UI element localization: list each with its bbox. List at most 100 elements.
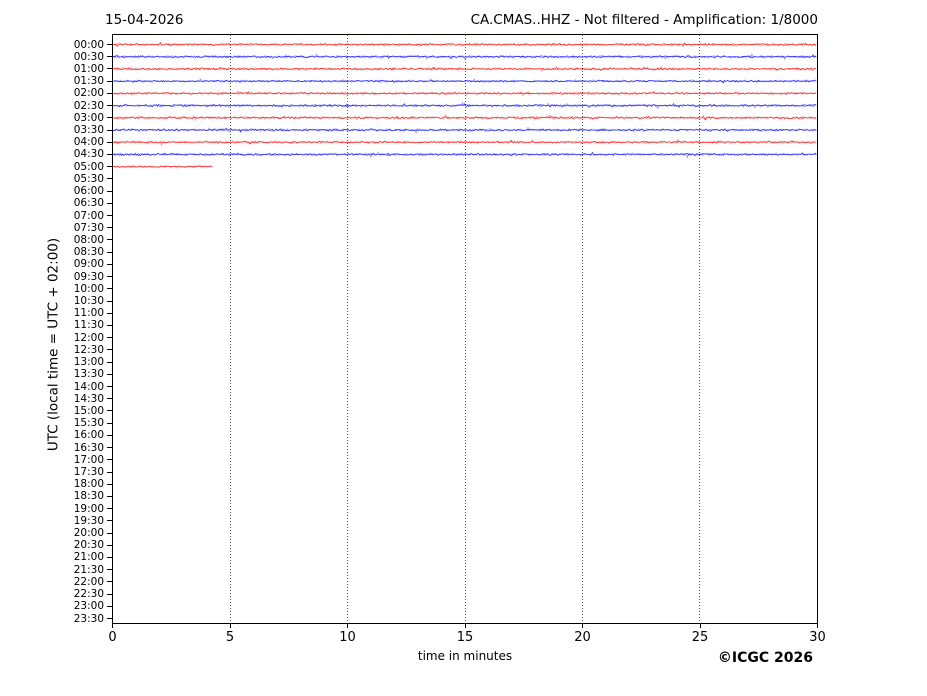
y-tick: [107, 68, 112, 70]
y-tick: [107, 361, 112, 363]
y-tick-label: 18:00: [73, 478, 104, 491]
y-tick: [107, 386, 112, 387]
y-tick-label: 22:00: [73, 575, 104, 588]
x-tick-label: 30: [809, 630, 826, 645]
y-tick: [107, 605, 112, 607]
x-tick: [699, 624, 701, 628]
y-tick: [107, 239, 112, 241]
y-tick: [107, 190, 112, 192]
x-tick-label: 20: [574, 630, 591, 645]
y-tick-label: 17:30: [73, 466, 104, 478]
x-tick: [817, 624, 818, 628]
trace-row-03:00: [113, 112, 817, 122]
x-tick-label: 5: [225, 630, 235, 645]
y-tick: [107, 312, 112, 314]
y-tick: [107, 300, 112, 302]
y-tick-label: 08:30: [73, 246, 104, 259]
y-tick: [107, 434, 112, 436]
y-tick-label: 01:00: [73, 62, 104, 75]
y-tick: [107, 593, 112, 595]
y-tick: [107, 227, 112, 229]
y-tick: [107, 581, 112, 583]
y-tick-label: 19:00: [73, 502, 104, 515]
y-tick-label: 11:30: [73, 319, 104, 332]
y-tick-label: 22:30: [73, 588, 104, 601]
y-tick-label: 01:30: [73, 75, 104, 88]
y-tick: [107, 44, 112, 45]
y-tick: [107, 263, 112, 265]
x-tick: [112, 624, 113, 628]
y-tick-label: 12:00: [73, 331, 104, 344]
y-tick: [107, 447, 112, 448]
x-tick-label: 0: [108, 630, 117, 645]
y-tick: [107, 202, 112, 204]
y-tick-label: 02:00: [73, 87, 104, 100]
y-tick-label: 23:00: [73, 600, 104, 613]
y-tick: [107, 166, 112, 168]
y-tick: [107, 215, 112, 216]
y-tick-label: 07:30: [73, 221, 104, 234]
y-tick-label: 04:30: [73, 148, 104, 161]
y-tick: [107, 349, 112, 351]
y-tick: [107, 569, 112, 571]
y-tick-label: 15:00: [73, 404, 104, 417]
copyright-label: ©ICGC 2026: [717, 650, 813, 666]
y-tick: [107, 117, 112, 119]
seismogram-page: 15-04-2026 CA.CMAS..HHZ - Not filtered -…: [0, 0, 927, 696]
x-tick: [582, 624, 583, 628]
trace-row-04:30: [113, 151, 817, 159]
y-tick-label: 02:30: [73, 99, 104, 112]
trace-layer: [113, 42, 817, 169]
y-tick-label: 18:30: [73, 490, 104, 503]
y-tick: [107, 532, 112, 534]
y-tick: [107, 324, 112, 326]
y-tick: [107, 105, 112, 107]
y-tick-label: 06:00: [73, 185, 104, 198]
y-tick: [107, 508, 112, 510]
chart-title: CA.CMAS..HHZ - Not filtered - Amplificat…: [470, 12, 818, 28]
x-tick-label: 25: [691, 630, 709, 645]
y-tick-label: 11:00: [73, 307, 104, 320]
y-tick: [107, 129, 112, 131]
date-label: 15-04-2026: [105, 12, 184, 28]
y-tick-label: 06:30: [73, 197, 104, 210]
y-tick-label: 03:00: [73, 111, 104, 124]
y-tick-label: 03:30: [73, 124, 104, 136]
y-tick: [107, 520, 112, 522]
y-tick-label: 05:00: [73, 160, 104, 173]
y-tick-label: 21:00: [73, 551, 104, 564]
y-tick-label: 16:30: [73, 441, 104, 454]
y-tick: [107, 459, 112, 461]
y-tick-label: 00:00: [73, 38, 104, 51]
y-tick-label: 09:00: [73, 258, 104, 271]
y-tick: [107, 483, 112, 485]
y-tick-label: 14:30: [73, 392, 104, 405]
y-tick: [107, 410, 112, 412]
y-tick: [107, 178, 112, 180]
y-tick-label: 08:00: [73, 233, 104, 246]
y-tick: [107, 495, 112, 497]
y-tick: [107, 398, 112, 400]
y-tick: [107, 141, 112, 143]
y-tick-label: 17:00: [73, 453, 104, 466]
y-tick: [107, 373, 112, 375]
x-tick-label: 10: [339, 630, 356, 645]
plot-area: [112, 34, 818, 624]
y-tick: [107, 618, 112, 619]
x-tick: [347, 624, 348, 628]
y-tick: [107, 56, 112, 58]
y-tick-label: 16:00: [73, 429, 104, 442]
y-tick-label: 19:30: [73, 514, 104, 527]
y-tick-label: 12:30: [73, 343, 104, 356]
y-tick: [107, 251, 112, 253]
y-tick-label: 13:30: [73, 368, 104, 381]
y-tick-label: 10:30: [73, 295, 104, 307]
trace-row-04:00: [113, 137, 817, 147]
y-tick-label: 23:30: [73, 612, 104, 625]
y-tick: [107, 471, 112, 473]
x-tick: [229, 624, 231, 628]
y-tick: [107, 422, 112, 424]
y-tick: [107, 288, 112, 290]
y-tick-label: 13:00: [73, 356, 104, 368]
y-tick: [107, 153, 112, 155]
